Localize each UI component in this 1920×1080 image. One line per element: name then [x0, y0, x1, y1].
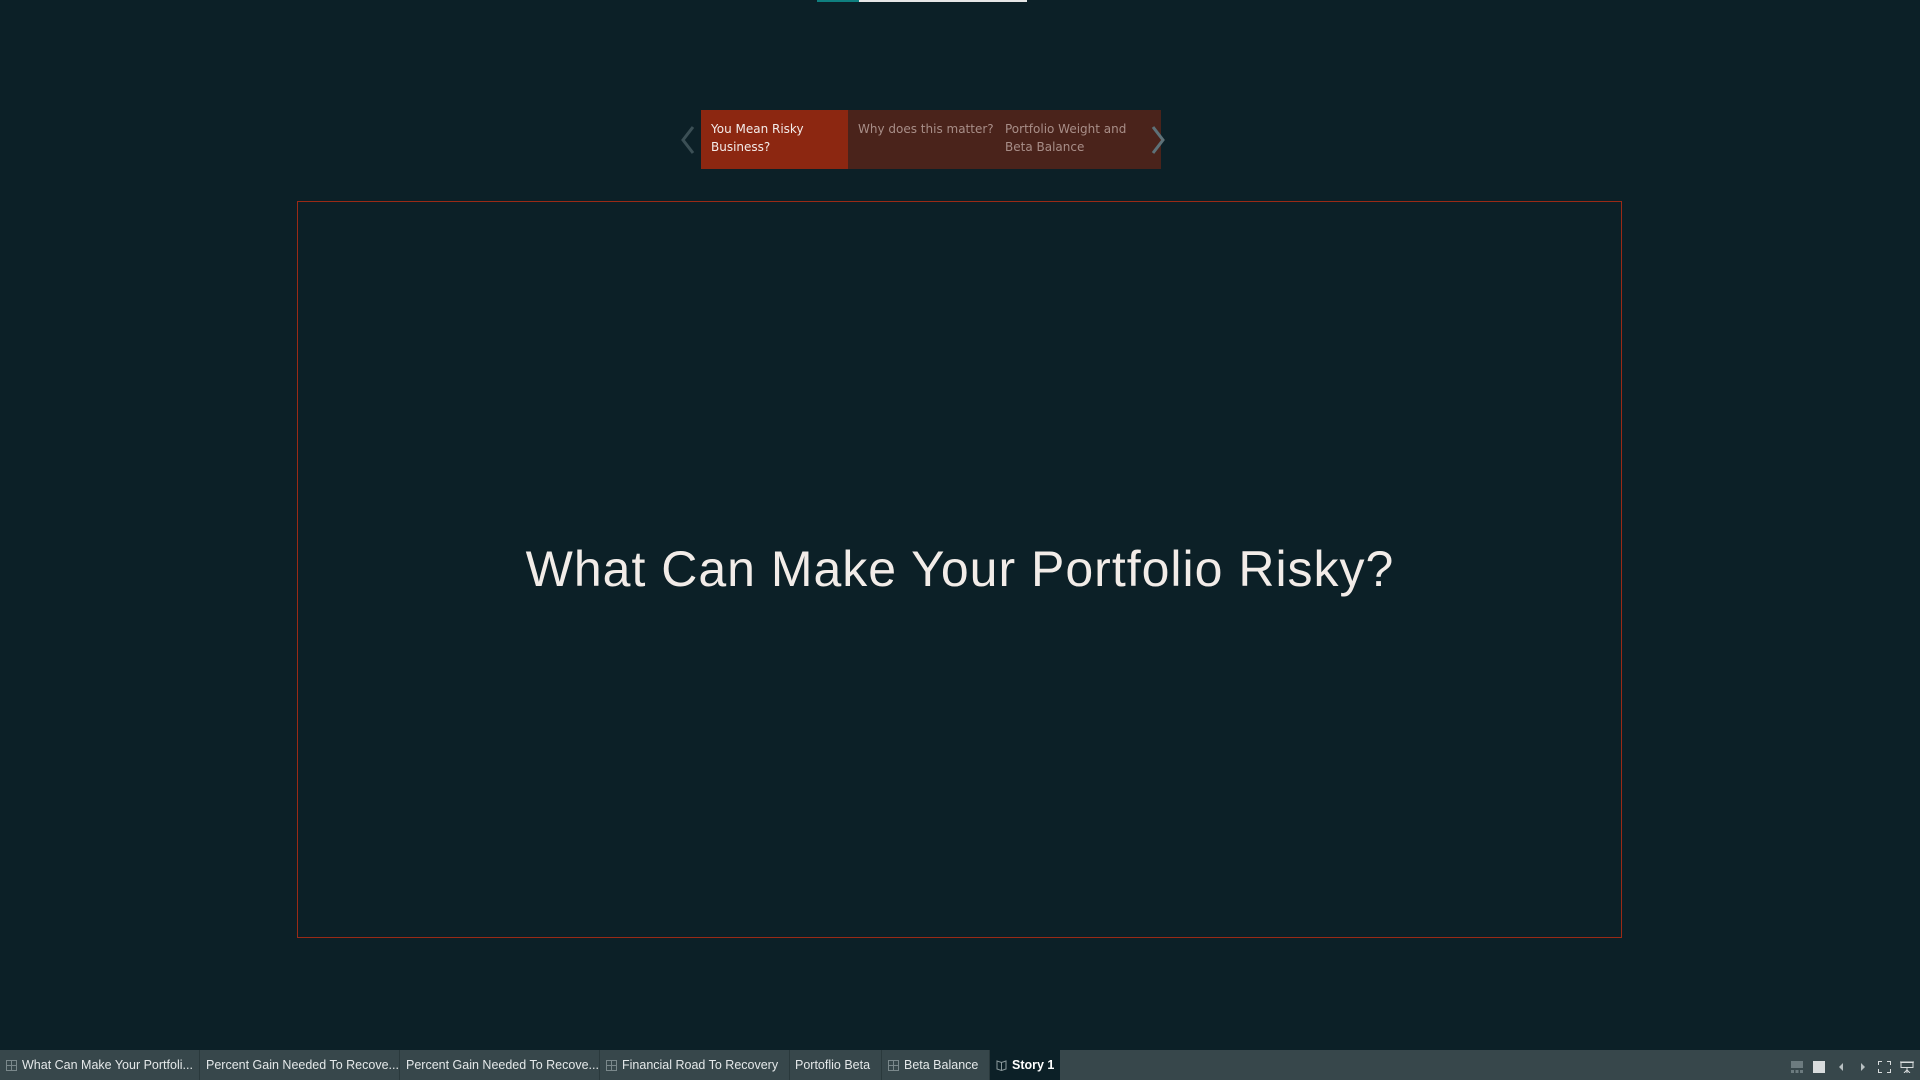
chevron-right-icon — [1151, 126, 1165, 154]
fullscreen-icon[interactable] — [1878, 1061, 1891, 1073]
story-point-2[interactable]: Why does this matter? — [848, 110, 1014, 169]
tab-label: Story 1 — [1012, 1058, 1055, 1072]
tab-story-1[interactable]: Story 1 — [990, 1050, 1060, 1080]
dashboard-icon — [6, 1059, 17, 1071]
chevron-left-icon — [681, 126, 695, 154]
next-sheet-icon[interactable] — [1860, 1061, 1866, 1073]
story-icon — [996, 1059, 1007, 1071]
show-sheet-icon[interactable] — [1813, 1061, 1825, 1073]
dashboard-icon — [888, 1059, 899, 1071]
tab-label: Portoflio Beta — [795, 1058, 871, 1072]
previous-story-point-button[interactable] — [680, 124, 700, 156]
dashboard-icon — [606, 1059, 617, 1071]
story-point-label: Why does this matter? — [858, 122, 994, 136]
tab-what-can-make-your-portfolio[interactable]: What Can Make Your Portfoli... — [0, 1050, 200, 1080]
tab-percent-gain-1[interactable]: Percent Gain Needed To Recove... — [200, 1050, 400, 1080]
sheet-tab-bar: What Can Make Your Portfoli... Percent G… — [0, 1050, 1920, 1080]
presentation-mode-icon[interactable] — [1900, 1061, 1914, 1073]
tab-beta-balance[interactable]: Beta Balance — [882, 1050, 990, 1080]
story-point-label: You Mean Risky Business? — [711, 122, 804, 154]
story-point-3[interactable]: Portfolio Weight and Beta Balance — [995, 110, 1161, 169]
tab-label: Beta Balance — [904, 1058, 979, 1072]
tab-financial-road-to-recovery[interactable]: Financial Road To Recovery — [600, 1050, 790, 1080]
tab-portfolio-beta[interactable]: Portoflio Beta — [790, 1050, 882, 1080]
progress-indicator — [859, 0, 1027, 2]
tab-label: What Can Make Your Portfoli... — [22, 1058, 193, 1072]
story-point-label: Portfolio Weight and Beta Balance — [1005, 122, 1127, 154]
tab-label: Financial Road To Recovery — [622, 1058, 779, 1072]
show-filmstrip-icon[interactable] — [1791, 1061, 1803, 1073]
story-point-1[interactable]: You Mean Risky Business? — [701, 110, 867, 169]
tab-label: Percent Gain Needed To Recove... — [206, 1058, 399, 1072]
next-story-point-button[interactable] — [1150, 124, 1170, 156]
story-title: What Can Make Your Portfolio Risky? — [525, 541, 1395, 597]
previous-sheet-icon[interactable] — [1838, 1061, 1844, 1073]
tab-label: Percent Gain Needed To Recove... — [406, 1058, 599, 1072]
tab-percent-gain-2[interactable]: Percent Gain Needed To Recove... — [400, 1050, 600, 1080]
progress-indicator-teal — [817, 0, 859, 2]
